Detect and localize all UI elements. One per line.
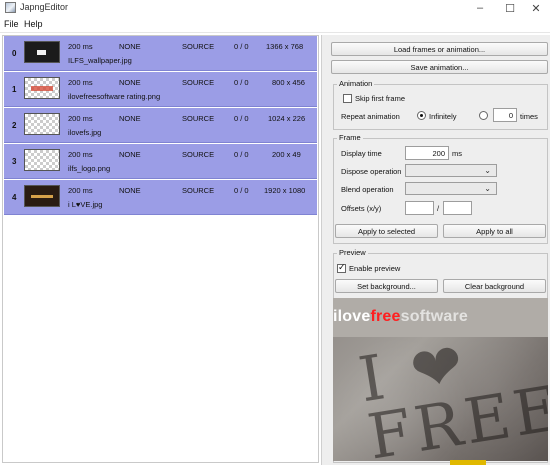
chevron-down-icon: ⌄: [484, 166, 491, 175]
frame-delay: 200 ms: [68, 78, 93, 87]
offset-separator: /: [437, 204, 440, 213]
frame-filename: i L♥VE.jpg: [68, 200, 103, 209]
dispose-operation-label: Dispose operation: [341, 167, 402, 176]
frame-thumbnail: [24, 41, 60, 63]
frame-blend: SOURCE: [182, 150, 215, 159]
frame-dispose: NONE: [119, 42, 141, 51]
display-time-unit: ms: [452, 149, 462, 158]
repeat-infinitely-radio[interactable]: [417, 111, 426, 120]
app-icon: [5, 2, 16, 13]
close-button[interactable]: ✕: [522, 0, 550, 16]
frame-index: 3: [12, 157, 17, 166]
apply-to-all-button[interactable]: Apply to all: [443, 224, 546, 238]
menu-file[interactable]: File: [4, 19, 19, 29]
resize-handle: [450, 460, 486, 465]
clear-background-button[interactable]: Clear background: [443, 279, 546, 293]
offset-x-input[interactable]: [405, 201, 434, 215]
frame-blend: SOURCE: [182, 114, 215, 123]
frame-offset: 0 / 0: [234, 114, 249, 123]
maximize-button[interactable]: ☐: [496, 0, 524, 16]
frame-size: 800 x 456: [272, 78, 305, 87]
frame-row[interactable]: 1 200 ms NONE SOURCE 0 / 0 800 x 456 ilo…: [4, 72, 317, 107]
frame-dispose: NONE: [119, 186, 141, 195]
save-animation-button[interactable]: Save animation...: [331, 60, 548, 74]
minimize-button[interactable]: –: [466, 0, 494, 16]
frame-dispose: NONE: [119, 78, 141, 87]
chevron-down-icon: ⌄: [484, 184, 491, 193]
frame-blend: SOURCE: [182, 78, 215, 87]
frame-settings-group-title: Frame: [337, 133, 363, 142]
frame-filename: ilovefreesoftware rating.png: [68, 92, 161, 101]
repeat-times-input[interactable]: 0: [493, 108, 517, 122]
apply-to-selected-button[interactable]: Apply to selected: [335, 224, 438, 238]
dispose-operation-select[interactable]: ⌄: [405, 164, 497, 177]
blend-operation-select[interactable]: ⌄: [405, 182, 497, 195]
repeat-animation-label: Repeat animation: [341, 112, 400, 121]
offset-y-input[interactable]: [443, 201, 472, 215]
frame-offset: 0 / 0: [234, 150, 249, 159]
frame-row[interactable]: 4 200 ms NONE SOURCE 0 / 0 1920 x 1080 i…: [4, 180, 317, 215]
frame-list[interactable]: 0 200 ms NONE SOURCE 0 / 0 1366 x 768 IL…: [2, 35, 319, 463]
frame-offset: 0 / 0: [234, 186, 249, 195]
frame-delay: 200 ms: [68, 150, 93, 159]
menu-bar: File Help: [0, 16, 550, 33]
frame-filename: ilovefs.jpg: [68, 128, 102, 137]
frame-offset: 0 / 0: [234, 42, 249, 51]
frame-thumbnail: [24, 149, 60, 171]
frame-thumbnail: [24, 77, 60, 99]
ilovefreesoftware-logo: ilovefreesoftware: [333, 308, 469, 325]
repeat-times-radio[interactable]: [479, 111, 488, 120]
set-background-button[interactable]: Set background...: [335, 279, 438, 293]
skip-first-frame-checkbox[interactable]: [343, 94, 352, 103]
frame-blend: SOURCE: [182, 186, 215, 195]
display-time-input[interactable]: 200: [405, 146, 449, 160]
title-bar: JapngEditor – ☐ ✕: [0, 0, 550, 16]
frame-filename: ilfs_logo.png: [68, 164, 111, 173]
animation-group: Animation: [333, 79, 548, 130]
frame-row[interactable]: 3 200 ms NONE SOURCE 0 / 0 200 x 49 ilfs…: [4, 144, 317, 179]
repeat-infinitely-label: Infinitely: [429, 112, 457, 121]
frame-thumbnail: [24, 113, 60, 135]
frame-row[interactable]: 0 200 ms NONE SOURCE 0 / 0 1366 x 768 IL…: [4, 36, 317, 71]
animation-group-title: Animation: [337, 79, 375, 88]
sand-writing: I ❤ FREE: [353, 327, 548, 461]
enable-preview-checkbox[interactable]: [337, 262, 346, 273]
offsets-label: Offsets (x/y): [341, 204, 382, 213]
frame-size: 1920 x 1080: [264, 186, 306, 195]
blend-operation-label: Blend operation: [341, 185, 394, 194]
frame-filename: ILFS_wallpaper.jpg: [68, 56, 132, 65]
frame-delay: 200 ms: [68, 114, 93, 123]
frame-size: 1366 x 768: [266, 42, 304, 51]
frame-index: 0: [12, 49, 17, 58]
frame-row[interactable]: 2 200 ms NONE SOURCE 0 / 0 1024 x 226 il…: [4, 108, 317, 143]
frame-size: 1024 x 226: [268, 114, 306, 123]
frame-index: 2: [12, 121, 17, 130]
preview-group-title: Preview: [337, 248, 368, 257]
display-time-label: Display time: [341, 149, 382, 158]
skip-first-frame-label: Skip first frame: [355, 94, 406, 103]
repeat-times-label: times: [520, 112, 538, 121]
frame-index: 1: [12, 85, 17, 94]
frame-index: 4: [12, 193, 17, 202]
window-title: JapngEditor: [20, 2, 69, 12]
load-frames-button[interactable]: Load frames or animation...: [331, 42, 548, 56]
frame-dispose: NONE: [119, 114, 141, 123]
frame-delay: 200 ms: [68, 42, 93, 51]
enable-preview-label: Enable preview: [349, 264, 401, 273]
animation-preview: ilovefreesoftware I ❤ FREE: [333, 298, 548, 461]
frame-delay: 200 ms: [68, 186, 93, 195]
frame-size: 200 x 49: [272, 150, 301, 159]
frame-thumbnail: [24, 185, 60, 207]
menu-help[interactable]: Help: [24, 19, 43, 29]
frame-blend: SOURCE: [182, 42, 215, 51]
frame-dispose: NONE: [119, 150, 141, 159]
frame-offset: 0 / 0: [234, 78, 249, 87]
